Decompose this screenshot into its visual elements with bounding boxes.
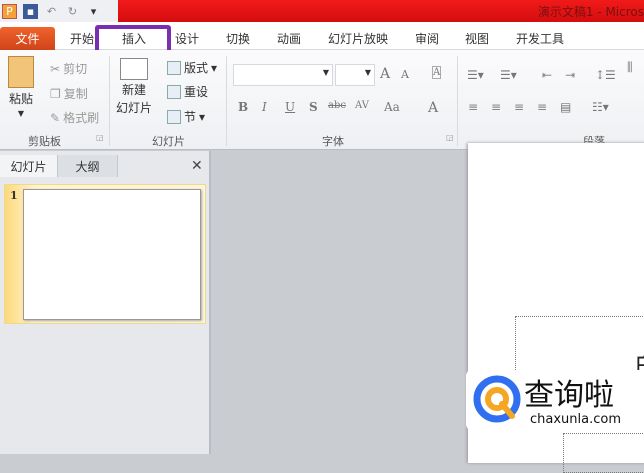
- section-button[interactable]: 节 ▾: [167, 108, 205, 125]
- tab-outline[interactable]: 大纲: [58, 155, 118, 177]
- justify-icon[interactable]: ≡: [537, 100, 547, 114]
- copy-label: 复制: [63, 87, 88, 101]
- align-left-icon[interactable]: ≡: [468, 100, 478, 114]
- window-title: 演示文稿1 - Micros: [537, 5, 644, 19]
- section-icon: [167, 109, 181, 124]
- new-slide-label: 新建: [122, 83, 147, 97]
- watermark-name: 查询啦: [524, 378, 614, 413]
- paste-label: 粘贴: [8, 92, 33, 106]
- ribbon: 粘贴 ▼ ✂ 剪切 ❐ 复制 ✎ 格式刷 剪贴板 ◲ 新建 幻灯片 版式 ▾ 重设 节 ▾…: [0, 50, 644, 150]
- dialog-launcher-icon[interactable]: ◲: [446, 133, 454, 142]
- tab-review[interactable]: 审阅: [415, 30, 439, 47]
- format-painter-label: 格式刷: [63, 111, 100, 125]
- clear-format-icon[interactable]: A: [432, 66, 442, 79]
- clipboard-group-label: 剪贴板: [28, 135, 61, 148]
- strikethrough-button[interactable]: abc: [328, 100, 346, 111]
- slide-thumbnail-selected[interactable]: 1: [4, 184, 206, 324]
- save-icon[interactable]: ▪: [23, 3, 38, 19]
- undo-icon[interactable]: ↶: [44, 4, 59, 19]
- tab-home[interactable]: 开始: [70, 30, 94, 47]
- paste-button[interactable]: 粘贴 ▼: [8, 56, 34, 118]
- redo-icon[interactable]: ↻: [65, 4, 80, 19]
- align-center-icon[interactable]: ≡: [491, 100, 501, 114]
- divider: [109, 56, 110, 146]
- underline-button[interactable]: U: [285, 100, 295, 114]
- powerpoint-app-icon[interactable]: P: [2, 3, 17, 19]
- section-label: 节: [184, 110, 197, 124]
- reset-icon: [167, 84, 181, 99]
- font-name-combo[interactable]: ▼: [233, 64, 333, 86]
- copy-icon: ❐: [50, 86, 61, 101]
- file-tab[interactable]: 文件: [0, 27, 55, 50]
- distributed-icon[interactable]: ▤: [560, 100, 571, 114]
- char-spacing-button[interactable]: AV: [355, 100, 369, 111]
- tab-slideshow[interactable]: 幻灯片放映: [328, 30, 388, 47]
- layout-label: 版式: [184, 61, 209, 75]
- new-slide-icon: [120, 58, 148, 80]
- decrease-indent-icon[interactable]: ⇤: [542, 68, 552, 82]
- shadow-button[interactable]: S: [309, 100, 318, 114]
- brush-icon: ✎: [50, 110, 61, 125]
- layout-button[interactable]: 版式 ▾: [167, 59, 217, 76]
- watermark: 查询啦 chaxunla.com: [466, 370, 644, 430]
- divider: [457, 56, 458, 146]
- tab-view[interactable]: 视图: [465, 30, 489, 47]
- tab-animations[interactable]: 动画: [277, 30, 301, 47]
- watermark-domain: chaxunla.com: [530, 412, 621, 427]
- reset-button[interactable]: 重设: [167, 83, 208, 100]
- bullets-icon[interactable]: ☰▾: [467, 68, 484, 82]
- scissors-icon: ✂: [50, 61, 61, 76]
- dialog-launcher-icon[interactable]: ◲: [96, 133, 104, 142]
- bold-button[interactable]: B: [238, 100, 248, 114]
- clipboard-icon: [8, 56, 34, 88]
- slides-group-label: 幻灯片: [152, 135, 185, 148]
- font-color-button[interactable]: A: [428, 100, 438, 116]
- shrink-font-button[interactable]: A: [401, 68, 409, 81]
- subtitle-placeholder[interactable]: [563, 433, 644, 473]
- line-spacing-icon[interactable]: ↕☰: [595, 68, 616, 82]
- copy-button[interactable]: ❐ 复制: [50, 85, 88, 102]
- tab-developer[interactable]: 开发工具: [516, 30, 564, 47]
- customize-qat-icon[interactable]: ▾: [86, 4, 101, 19]
- close-pane-icon[interactable]: ✕: [191, 158, 203, 174]
- numbering-icon[interactable]: ☰▾: [500, 68, 517, 82]
- font-group-label: 字体: [322, 135, 344, 148]
- tab-slides[interactable]: 幻灯片: [0, 155, 58, 177]
- new-slide-button[interactable]: 新建 幻灯片: [116, 58, 152, 116]
- watermark-logo-icon: [473, 375, 521, 423]
- divider: [226, 56, 227, 146]
- chevron-down-icon: ▼: [17, 109, 25, 118]
- reset-label: 重设: [184, 85, 209, 99]
- tab-design[interactable]: 设计: [175, 30, 199, 47]
- slide-number: 1: [10, 189, 18, 202]
- quick-access-toolbar: P ▪ ↶ ↻ ▾: [0, 0, 118, 22]
- grow-font-button[interactable]: A: [380, 66, 390, 82]
- layout-icon: [167, 60, 181, 75]
- cut-button[interactable]: ✂ 剪切: [50, 60, 87, 77]
- new-slide-label-2: 幻灯片: [116, 101, 153, 115]
- italic-button[interactable]: I: [262, 100, 267, 114]
- text-direction-icon[interactable]: ⫼: [627, 60, 633, 75]
- tab-transitions[interactable]: 切换: [226, 30, 250, 47]
- align-right-icon[interactable]: ≡: [514, 100, 524, 114]
- slides-pane: 幻灯片 大纲 ✕ 1: [0, 151, 211, 454]
- format-painter-button[interactable]: ✎ 格式刷: [50, 109, 99, 126]
- font-size-combo[interactable]: ▼: [335, 64, 375, 86]
- change-case-button[interactable]: Aa: [384, 100, 400, 114]
- cut-label: 剪切: [63, 62, 88, 76]
- increase-indent-icon[interactable]: ⇥: [565, 68, 575, 82]
- slide-thumbnail[interactable]: [23, 189, 201, 320]
- columns-icon[interactable]: ☷▾: [592, 100, 609, 114]
